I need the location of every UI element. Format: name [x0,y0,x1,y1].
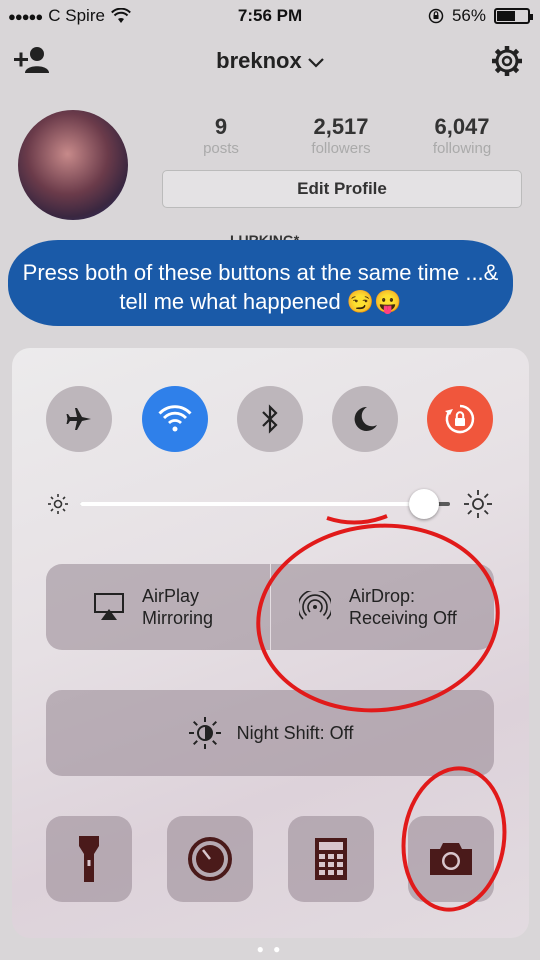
posts-stat[interactable]: 9 posts [156,114,286,157]
username-dropdown[interactable]: breknox [0,48,540,74]
night-shift-icon [188,717,221,749]
status-bar: ●●●●● C Spire 7:56 PM 56% [0,0,540,32]
followers-stat[interactable]: 2,517 followers [276,114,406,157]
calculator-button[interactable] [288,816,374,902]
night-shift-button[interactable]: Night Shift: Off [46,690,494,776]
moon-icon [354,406,377,431]
followers-label: followers [311,140,371,157]
gear-icon[interactable] [490,44,524,78]
page-indicator: ● ● [256,942,284,956]
following-label: following [432,140,492,157]
posts-label: posts [203,140,239,157]
bluetooth-toggle[interactable] [237,386,303,452]
airplay-label-line2: Mirroring [142,608,214,628]
battery-icon [494,8,533,24]
calculator-icon [315,838,347,880]
following-count: 6,047 [434,114,490,139]
airplane-mode-toggle[interactable] [46,386,112,452]
chevron-down-icon [308,58,324,68]
posts-count: 9 [214,114,228,139]
caption-annotation: Press both of these buttons at the same … [8,240,513,326]
username: breknox [216,48,302,73]
wifi-icon [158,405,192,432]
avatar[interactable] [18,110,128,220]
timer-button[interactable] [167,816,253,902]
bluetooth-icon [262,404,278,434]
slider-underline-annotation [326,514,388,525]
orientation-lock-status-icon [428,8,444,24]
following-stat[interactable]: 6,047 following [397,114,527,157]
airplane-icon [66,408,91,430]
night-shift-label: Night Shift: Off [236,723,354,743]
brightness-slider-fill [80,502,425,506]
battery-group: 56% [428,6,533,26]
airplay-icon [94,593,124,620]
airplay-label-line1: AirPlay [142,586,200,606]
do-not-disturb-toggle[interactable] [332,386,398,452]
profile-header: breknox [0,32,540,92]
wifi-toggle[interactable] [142,386,208,452]
flashlight-button[interactable] [46,816,132,902]
brightness-slider-thumb[interactable] [409,489,440,519]
flashlight-icon [79,836,99,882]
rotation-lock-toggle[interactable] [427,386,493,452]
followers-count: 2,517 [313,114,369,139]
brightness-high-icon [464,490,492,518]
edit-profile-button[interactable]: Edit Profile [162,170,522,208]
timer-icon [188,837,232,881]
brightness-low-icon [48,494,68,514]
battery-percent: 56% [451,6,486,25]
rotation-lock-icon [445,404,475,434]
airplay-mirroring-button[interactable]: AirPlay Mirroring [46,564,270,650]
